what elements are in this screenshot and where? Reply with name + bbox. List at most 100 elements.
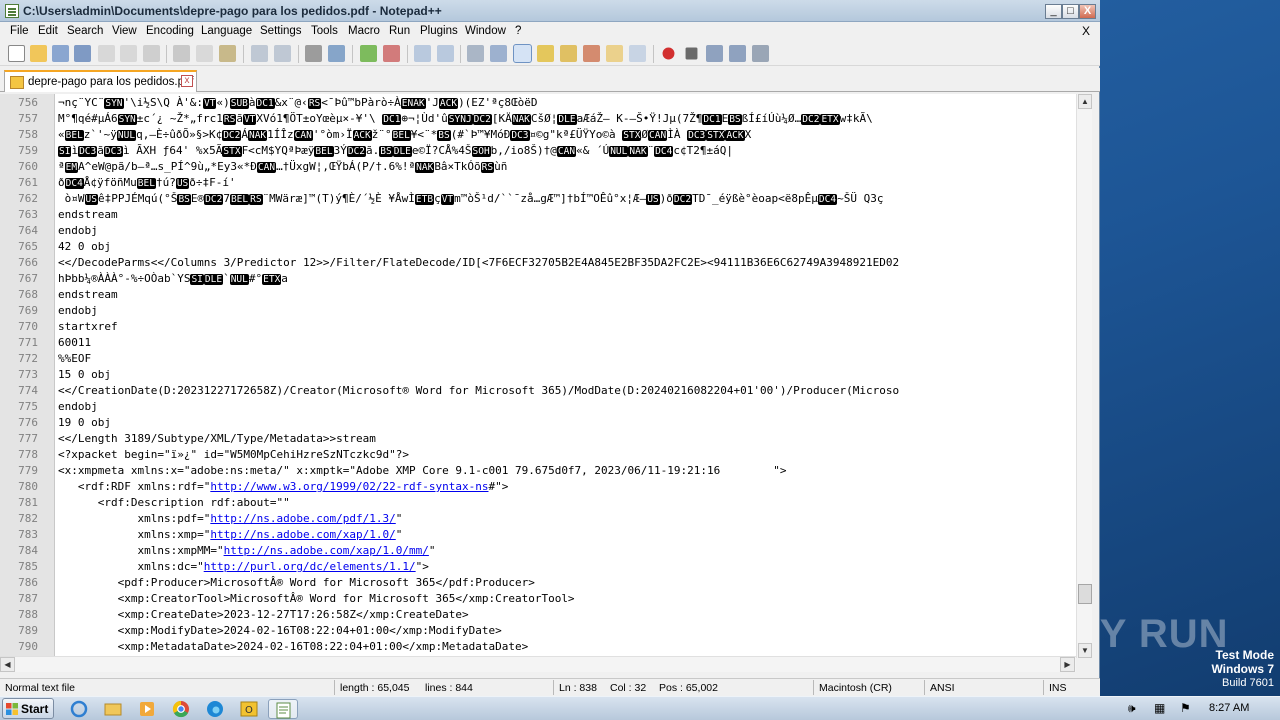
notepadpp-app-icon[interactable] [5,4,19,18]
menu-tools[interactable]: Tools [311,25,338,37]
code-line[interactable]: 765 42 0 obj [0,240,1076,256]
action-center-flag-icon[interactable]: ⚑ [1180,701,1191,715]
run-macro-multiple-icon[interactable] [729,45,746,62]
stop-macro-icon[interactable] [685,47,698,60]
code-line[interactable]: 774 <</CreationDate(D:20231227172658Z)/Cr… [0,384,1076,400]
close-window-button[interactable]: X [1079,4,1096,19]
code-line[interactable]: 783 xmlns:xmp="http://ns.adobe.com/xap/1… [0,528,1076,544]
indent-guide-icon[interactable] [513,44,532,63]
code-line[interactable]: 784 xmlns:xmpMM="http://ns.adobe.com/xap… [0,544,1076,560]
network-icon[interactable]: ▦ [1154,701,1165,715]
code-line[interactable]: 785 xmlns:dc="http://purl.org/dc/element… [0,560,1076,576]
code-line[interactable]: 772 %%EOF [0,352,1076,368]
print-icon[interactable] [143,45,160,62]
notepadpp-taskbar-icon[interactable] [268,699,298,719]
norton-icon[interactable]: O [234,699,264,719]
record-macro-icon[interactable] [662,47,675,60]
menu-plugins[interactable]: Plugins [420,25,458,37]
folder-workspace-icon[interactable] [606,45,623,62]
code-line[interactable]: 787 <xmp:CreatorTool>MicrosoftÂ® Word fo… [0,592,1076,608]
code-line[interactable]: 762 ò¤WUSê‡PPJÉMqú(°ŠBSE®DC27BEL RS¨MWäræ… [0,192,1076,208]
title-bar[interactable]: C:\Users\admin\Documents\depre-pago para… [0,0,1100,22]
zoom-in-icon[interactable] [360,45,377,62]
chrome-icon[interactable] [166,699,196,719]
monitoring-icon[interactable] [629,45,646,62]
volume-icon[interactable]: 🕪 [1128,701,1136,716]
code-line[interactable]: 756 ¬nç¨YC¨SYN'\i½S\Q À'&:VT«)SUBàDC1&x¨@… [0,96,1076,112]
code-line[interactable]: 777 <</Length 3189/Subtype/XML/Type/Metad… [0,432,1076,448]
code-line[interactable]: 771 60011 [0,336,1076,352]
cut-icon[interactable] [173,45,190,62]
menu-macro[interactable]: Macro [348,25,380,37]
code-line[interactable]: 767 hÞbb¼®ÀÀÀ°-%÷OÒab`YSSI DLE`NUL#°ETXa [0,272,1076,288]
horizontal-scrollbar[interactable]: ◀ ▶ [0,656,1076,672]
save-icon[interactable] [52,45,69,62]
play-macro-icon[interactable] [706,45,723,62]
menu-edit[interactable]: Edit [38,25,58,37]
close-all-icon[interactable] [120,45,137,62]
tab-close-icon[interactable]: x [181,75,193,87]
system-clock[interactable]: 8:27 AM [1209,702,1249,714]
hyperlink[interactable]: http://www.w3.org/1999/02/22-rdf-syntax-… [210,480,488,493]
open-file-icon[interactable] [30,45,47,62]
code-line[interactable]: 759 SIìDC3ãDC3ì ÃXH ƒ64' %x5ÃSTXF<cM$YQªÞ… [0,144,1076,160]
replace-icon[interactable] [328,45,345,62]
code-line[interactable]: 764 endobj [0,224,1076,240]
code-line[interactable]: 770 startxref [0,320,1076,336]
code-line[interactable]: 773 15 0 obj [0,368,1076,384]
sync-vertical-icon[interactable] [414,45,431,62]
close-file-icon[interactable] [98,45,115,62]
document-map-icon[interactable] [560,45,577,62]
hyperlink[interactable]: http://ns.adobe.com/xap/1.0/ [210,528,395,541]
menu-help[interactable]: ? [515,25,521,37]
code-line[interactable]: 769 endobj [0,304,1076,320]
vertical-scroll-thumb[interactable] [1078,584,1092,604]
menu-language[interactable]: Language [201,25,252,37]
scroll-right-arrow-icon[interactable]: ▶ [1060,657,1075,672]
close-document-x[interactable]: X [1082,24,1090,38]
copy-icon[interactable] [196,45,213,62]
code-line[interactable]: 781 <rdf:Description rdf:about="" [0,496,1076,512]
media-player-icon[interactable] [132,699,162,719]
scroll-up-arrow-icon[interactable]: ▲ [1078,94,1092,109]
function-list-icon[interactable] [583,45,600,62]
vertical-scrollbar[interactable]: ▲ ▼ [1076,94,1092,658]
minimize-button[interactable]: _ [1045,4,1062,19]
hyperlink[interactable]: http://purl.org/dc/elements/1.1/ [204,560,416,573]
undo-icon[interactable] [251,45,268,62]
find-icon[interactable] [305,45,322,62]
menu-window[interactable]: Window [465,25,506,37]
maximize-button[interactable]: □ [1062,4,1079,19]
edge-icon[interactable] [200,699,230,719]
code-line[interactable]: 788 <xmp:CreateDate>2023-12-27T17:26:58Z… [0,608,1076,624]
code-line[interactable]: 786 <pdf:Producer>MicrosoftÂ® Word for M… [0,576,1076,592]
code-line[interactable]: 780 <rdf:RDF xmlns:rdf="http://www.w3.or… [0,480,1076,496]
code-line[interactable]: 782 xmlns:pdf="http://ns.adobe.com/pdf/1… [0,512,1076,528]
hyperlink[interactable]: http://ns.adobe.com/pdf/1.3/ [210,512,395,525]
code-line[interactable]: 760 ªEMA^eW@pã/b–ª…s_PÍ^9ù„*Ey3«*ÐCAN…†Üx… [0,160,1076,176]
code-line[interactable]: 778 <?xpacket begin="ï»¿" id="W5M0MpCehiH… [0,448,1076,464]
hyperlink[interactable]: http://ns.adobe.com/xap/1.0/mm/ [224,544,429,557]
scroll-left-arrow-icon[interactable]: ◀ [0,657,15,672]
tab-document[interactable]: depre-pago para los pedidos.pdf x [4,70,197,92]
code-line[interactable]: 757 M°¶qé#µÁ6SYN±c´¿ ~Ž*„frc1RSãVTXVó1¶ÖT… [0,112,1076,128]
internet-explorer-icon[interactable] [64,699,94,719]
new-file-icon[interactable] [8,45,25,62]
show-all-characters-icon[interactable] [490,45,507,62]
code-line[interactable]: 763 endstream [0,208,1076,224]
code-line[interactable]: 790 <xmp:MetadataDate>2024-02-16T08:22:0… [0,640,1076,656]
code-line[interactable]: 761 ðDC4Å¢ÿföñMuBEL†ú?USð÷‡F-í' [0,176,1076,192]
code-line[interactable]: 779 <x:xmpmeta xmlns:x="adobe:ns:meta/" x… [0,464,1076,480]
redo-icon[interactable] [274,45,291,62]
menu-search[interactable]: Search [67,25,103,37]
code-line[interactable]: 775 endobj [0,400,1076,416]
menu-run[interactable]: Run [389,25,410,37]
code-line[interactable]: 766 <</DecodeParms<</Columns 3/Predictor … [0,256,1076,272]
file-explorer-icon[interactable] [98,699,128,719]
define-language-icon[interactable] [537,45,554,62]
sync-horizontal-icon[interactable] [437,45,454,62]
word-wrap-icon[interactable] [467,45,484,62]
code-line[interactable]: 758 «BELz`'~ÿNULq,–È÷ûðÕ»§>K¢DC2ÁNAK1ÍÎzC… [0,128,1076,144]
scroll-down-arrow-icon[interactable]: ▼ [1078,643,1092,658]
paste-icon[interactable] [219,45,236,62]
